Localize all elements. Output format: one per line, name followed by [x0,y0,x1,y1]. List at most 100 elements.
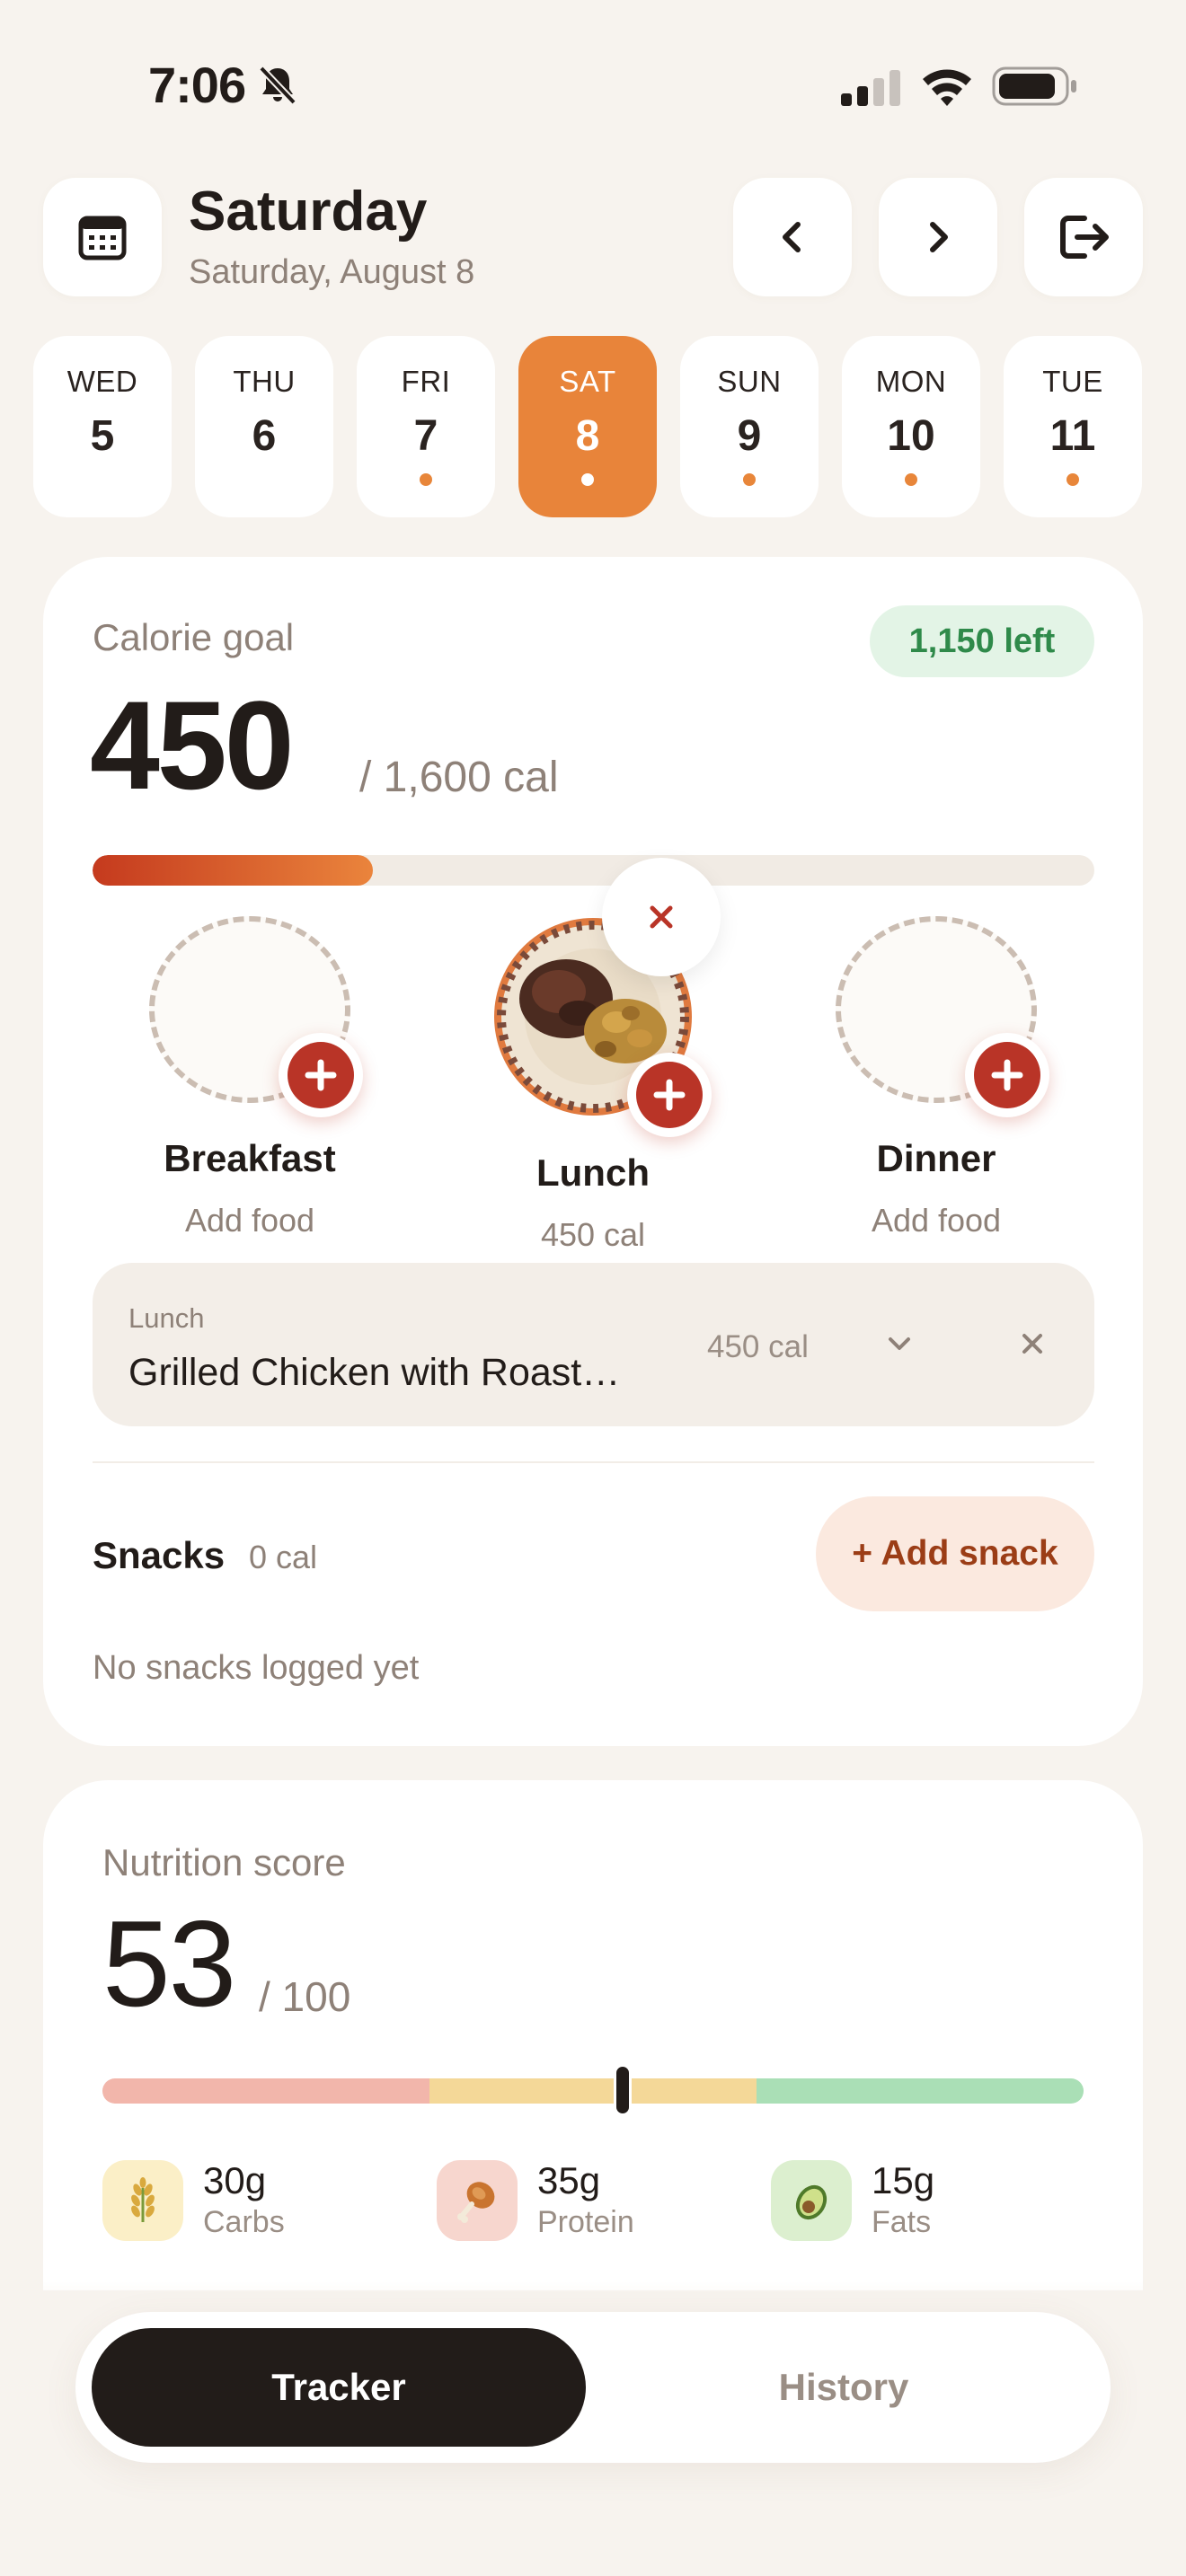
page-title: Saturday [189,181,428,243]
drumstick-icon [437,2160,518,2241]
calorie-progress-fill [93,855,374,886]
macro-protein: 35g Protein [437,2159,634,2242]
day-tue[interactable]: TUE 11 [1004,336,1142,517]
logged-dot [581,473,594,486]
prev-day-button[interactable] [733,178,852,296]
divider [93,1461,1094,1463]
day-number: 10 [887,412,935,460]
day-number: 8 [575,412,600,460]
calorie-total: / 1,600 cal [359,754,559,801]
avocado-icon [771,2160,852,2241]
calories-left-badge: 1,150 left [870,605,1094,677]
macro-value: 15g [872,2159,935,2201]
snacks-empty-text: No snacks logged yet [93,1649,420,1687]
day-name: THU [233,365,296,398]
day-number: 6 [252,412,277,460]
macro-label: Carbs [203,2205,285,2239]
status-time: 7:06 [148,56,297,114]
remove-photo-button[interactable] [602,858,721,976]
day-number: 5 [90,412,115,460]
tab-history[interactable]: History [597,2328,1091,2447]
logged-dot [743,473,756,486]
nutrition-score-total: / 100 [259,1973,351,2020]
logged-dot [905,473,917,486]
tab-bar: Tracker History [75,2312,1111,2463]
plus-icon [636,1062,703,1128]
next-day-button[interactable] [879,178,997,296]
meal-sub: 450 cal [540,1216,646,1253]
meal-name: Lunch [536,1151,650,1194]
calorie-progress-bar [93,855,1094,886]
macro-carbs: 30g Carbs [102,2159,285,2242]
macro-label: Protein [537,2205,634,2239]
day-sun[interactable]: SUN 9 [680,336,819,517]
plus-icon [974,1042,1040,1108]
nutrition-score-value: 53 [102,1895,236,2032]
score-segment-low [102,2078,429,2104]
day-fri[interactable]: FRI 7 [357,336,495,517]
score-marker [613,2064,632,2116]
macro-value: 35g [537,2159,601,2201]
meal-placeholder[interactable] [836,916,1049,1117]
day-name: WED [66,365,138,398]
time-label: 7:06 [148,57,246,113]
chevron-right-icon [920,219,956,255]
add-breakfast-button[interactable] [279,1033,363,1117]
day-number: 7 [413,412,438,460]
chevron-down-icon [886,1335,913,1353]
logout-icon [1058,213,1110,261]
day-thu[interactable]: THU 6 [195,336,333,517]
day-name: TUE [1042,365,1103,398]
macro-label: Fats [872,2205,932,2239]
logout-button[interactable] [1024,178,1143,296]
add-lunch-button[interactable] [627,1053,712,1137]
day-name: SAT [559,365,616,398]
nutrition-score-label: Nutrition score [102,1841,346,1883]
score-segment-mid [429,2078,757,2104]
battery-icon [992,66,1078,106]
snacks-title: Snacks [93,1534,226,1576]
day-mon[interactable]: MON 10 [842,336,980,517]
calendar-button[interactable] [43,178,162,296]
logged-dot [1067,473,1079,486]
logged-food-item[interactable]: Lunch Grilled Chicken with Roast… 450 ca… [93,1263,1094,1426]
day-name: SUN [717,365,782,398]
day-sat[interactable]: SAT 8 [518,336,657,517]
day-wed[interactable]: WED 5 [33,336,172,517]
bell-muted-icon [258,65,297,106]
meal-breakfast[interactable]: Breakfast Add food [142,916,363,1239]
nutrition-score-bar [102,2078,1084,2104]
meal-name: Dinner [876,1137,996,1179]
tab-tracker[interactable]: Tracker [92,2328,586,2447]
food-item-name: Grilled Chicken with Roast… [128,1351,621,1394]
snacks-calories: 0 cal [249,1539,318,1575]
macro-fats: 15g Fats [771,2159,934,2242]
logged-dot [420,473,432,486]
meal-sub: Add food [871,1202,1002,1239]
calorie-value: 450 [90,675,295,816]
close-icon [1021,1332,1044,1355]
wifi-icon [920,65,974,106]
day-number: 11 [1049,412,1096,460]
delete-item-button[interactable] [1013,1324,1052,1363]
chevron-left-icon [774,219,810,255]
day-name: FRI [401,365,451,398]
plus-icon [288,1042,354,1108]
signal-icon [841,70,900,106]
meal-sub: Add food [184,1202,315,1239]
food-item-meal-label: Lunch [128,1302,205,1334]
score-segment-high [757,2078,1084,2104]
meal-dinner[interactable]: Dinner Add food [828,916,1049,1239]
add-dinner-button[interactable] [965,1033,1049,1117]
close-icon [648,904,675,931]
meal-placeholder[interactable] [149,916,363,1117]
meal-name: Breakfast [164,1137,336,1179]
calendar-icon [78,213,127,261]
day-name: MON [875,365,947,398]
food-item-calories: 450 cal [707,1329,809,1364]
calorie-goal-label: Calorie goal [93,616,295,658]
page-subtitle: Saturday, August 8 [189,253,475,291]
expand-item-button[interactable] [880,1324,919,1363]
add-snack-button[interactable]: + Add snack [816,1496,1094,1611]
macro-value: 30g [203,2159,267,2201]
